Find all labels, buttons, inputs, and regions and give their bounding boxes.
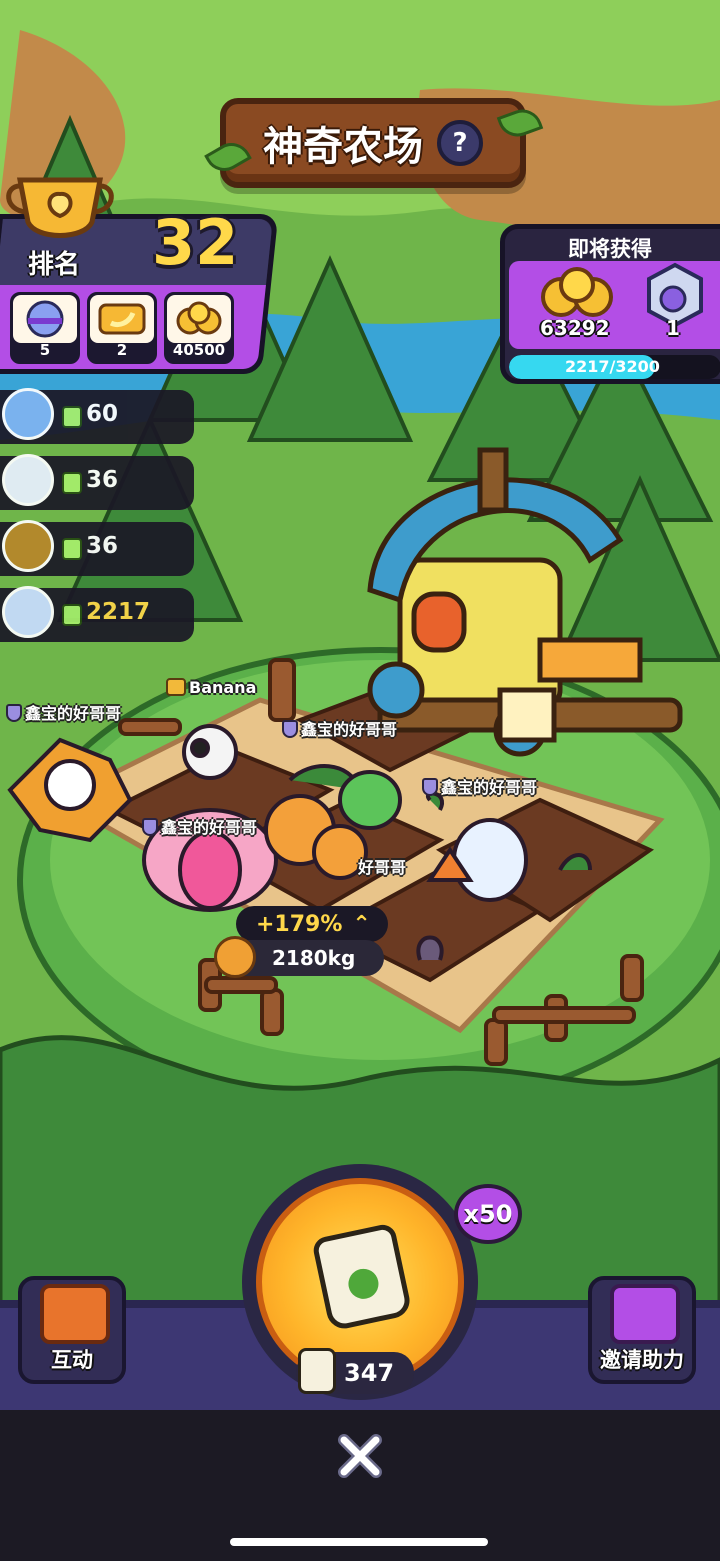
seed-packet-icon	[298, 1348, 336, 1394]
pet-capsule-item[interactable]: 5	[10, 292, 80, 364]
gold-coin-item[interactable]: 40500	[164, 292, 234, 364]
banana-ticket-item[interactable]: 2	[87, 292, 157, 364]
boost-value: +179%	[256, 911, 343, 937]
crop-weight-display: 2180kg	[214, 936, 384, 978]
avatar	[2, 454, 54, 506]
avatar	[2, 388, 54, 440]
item-count: 2	[116, 341, 128, 359]
help-button[interactable]: ?	[437, 120, 483, 166]
gold-coin-icon	[541, 267, 613, 317]
close-icon	[338, 1434, 382, 1478]
list-item[interactable]: 36	[0, 454, 194, 510]
book-sprout-icon	[40, 1284, 110, 1344]
rank-label: 排名	[28, 250, 81, 280]
interact-button[interactable]: 互动	[18, 1276, 126, 1384]
trophy-icon	[6, 177, 114, 238]
double-chevron-up-icon: ⌃	[352, 911, 371, 937]
fertilizer-icon	[62, 472, 82, 494]
pet-name-tag: 鑫宝的好哥哥	[6, 700, 121, 724]
contribution-value: 60	[86, 401, 119, 427]
shield-icon	[142, 818, 158, 836]
list-item[interactable]: 36	[0, 520, 194, 576]
contribution-list: 60 36 36 2217	[0, 388, 194, 654]
item-count: 40500	[172, 341, 226, 359]
invite-help-button[interactable]: 邀请助力	[588, 1276, 696, 1384]
seed-count-value: 347	[344, 1359, 395, 1387]
close-button[interactable]	[332, 1428, 388, 1484]
pet-name-tag: 鑫宝的好哥哥	[282, 716, 397, 740]
list-item[interactable]: 2217	[0, 586, 194, 642]
avatar	[2, 520, 54, 572]
title-plank: 神奇农场 ?	[204, 98, 544, 188]
home-indicator	[230, 1538, 488, 1546]
growth-boost-badge: +179% ⌃	[236, 906, 388, 942]
reward-coins-value: 63292	[540, 316, 610, 340]
fertilizer-icon	[62, 406, 82, 428]
interact-label: 互动	[51, 1348, 93, 1372]
rank-number: 32	[152, 206, 239, 279]
list-item[interactable]: 60	[0, 388, 194, 444]
invite-label: 邀请助力	[600, 1348, 684, 1372]
avatar	[2, 586, 54, 638]
banana-ticket-icon	[98, 303, 146, 335]
gold-coin-icon	[176, 301, 222, 335]
scale-icon	[214, 936, 256, 978]
item-count: 5	[39, 341, 51, 359]
coin-badge-icon	[166, 678, 186, 696]
page-title: 神奇农场	[263, 124, 423, 170]
shield-icon	[282, 720, 298, 738]
invite-arrow-icon	[610, 1284, 680, 1344]
pet-name-tag: 鑫宝的好哥哥	[142, 814, 257, 838]
multiplier-button[interactable]: x50	[454, 1184, 522, 1244]
shield-icon	[6, 704, 22, 722]
fertilizer-icon	[62, 604, 82, 626]
pet-name-tag: Banana	[166, 678, 256, 697]
seed-count-display: 347	[296, 1348, 414, 1394]
shield-icon	[422, 778, 438, 796]
reward-progress-bar: 2217/3200	[509, 355, 720, 379]
crop-weight-value: 2180kg	[272, 946, 356, 970]
pet-name-tag: 好哥哥	[358, 858, 407, 877]
upcoming-reward-panel[interactable]: 即将获得 2217/3200	[500, 224, 720, 384]
rank-rewards: 5 2 40500	[10, 292, 234, 364]
reward-title: 即将获得	[568, 237, 652, 261]
pet-name-tag: 鑫宝的好哥哥	[422, 774, 537, 798]
contribution-value: 2217	[86, 599, 151, 625]
contribution-value: 36	[86, 533, 119, 559]
pet-capsule-icon	[26, 300, 64, 338]
fertilizer-icon	[62, 538, 82, 560]
reward-boxes-value: 1	[666, 316, 680, 340]
contribution-value: 36	[86, 467, 119, 493]
progress-text: 2217/3200	[565, 357, 660, 376]
